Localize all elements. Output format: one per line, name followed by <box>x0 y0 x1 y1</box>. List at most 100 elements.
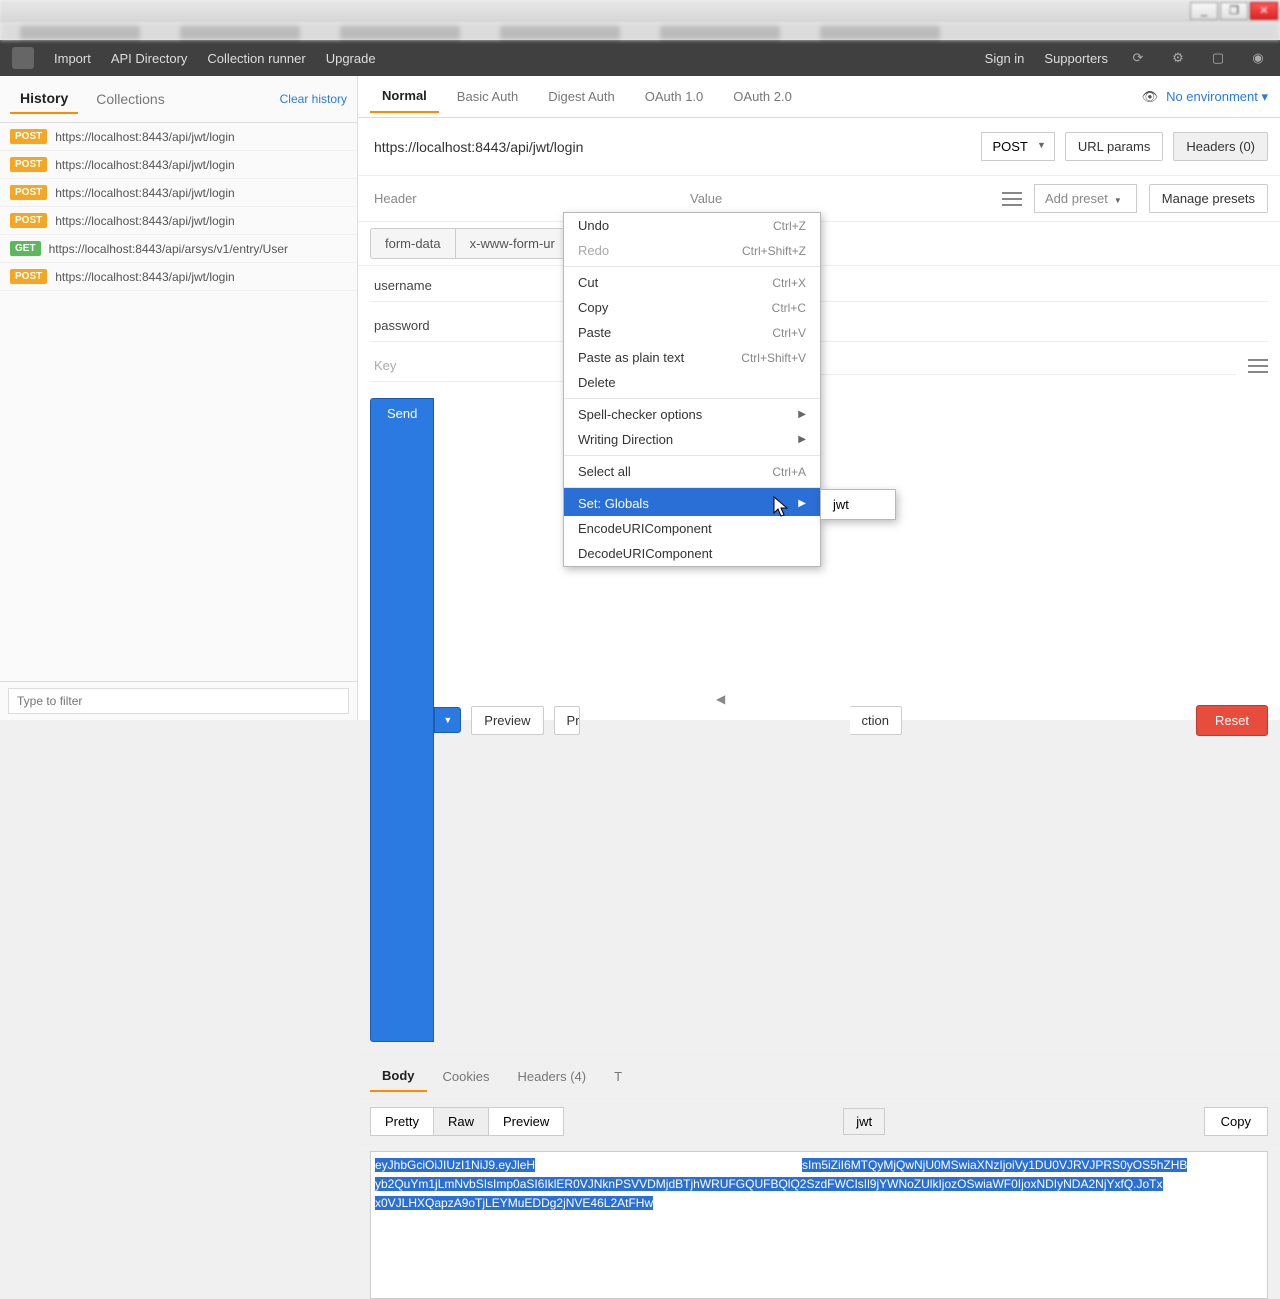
window-close[interactable]: ✕ <box>1250 2 1278 20</box>
prerequest-button[interactable]: Pr <box>554 706 580 735</box>
resp-tab-cookies[interactable]: Cookies <box>431 1062 502 1091</box>
app-logo <box>12 47 34 69</box>
sync-icon[interactable]: ⟳ <box>1128 48 1148 68</box>
ctx-delete[interactable]: Delete <box>564 370 820 395</box>
ctx-paste[interactable]: PasteCtrl+V <box>564 320 820 345</box>
authtab-oauth2[interactable]: OAuth 2.0 <box>721 81 804 112</box>
history-item[interactable]: POST https://localhost:8443/api/jwt/login <box>0 179 357 207</box>
authtab-digest[interactable]: Digest Auth <box>536 81 627 112</box>
view-raw[interactable]: Raw <box>433 1107 489 1136</box>
method-badge: POST <box>10 185 47 200</box>
authtab-basic[interactable]: Basic Auth <box>445 81 530 112</box>
history-item[interactable]: POST https://localhost:8443/api/jwt/login <box>0 151 357 179</box>
response-body[interactable]: eyJhbGciOiJIUzI1NiJ9.eyJleH_____________… <box>370 1151 1268 1299</box>
history-url: https://localhost:8443/api/jwt/login <box>55 214 234 228</box>
clear-history-link[interactable]: Clear history <box>280 92 347 106</box>
history-url: https://localhost:8443/api/arsys/v1/entr… <box>49 242 288 256</box>
selected-text: yb2QuYm1jLmNvbSIsImp0aSI6IklER0VJNknPSVV… <box>375 1177 1163 1191</box>
history-url: https://localhost:8443/api/jwt/login <box>55 158 234 172</box>
ctx-undo[interactable]: UndoCtrl+Z <box>564 213 820 238</box>
view-row: Pretty Raw Preview jwt Copy <box>358 1099 1280 1145</box>
settings-icon[interactable]: ⚙ <box>1168 48 1188 68</box>
view-preview[interactable]: Preview <box>488 1107 564 1136</box>
url-params-button[interactable]: URL params <box>1065 132 1163 161</box>
tab-collections[interactable]: Collections <box>86 85 174 113</box>
ctx-encode-uri[interactable]: EncodeURIComponent <box>564 516 820 541</box>
send-button-group: Send ▼ <box>370 398 461 1042</box>
method-badge: GET <box>10 241 41 256</box>
view-pretty[interactable]: Pretty <box>370 1107 434 1136</box>
context-menu: UndoCtrl+Z RedoCtrl+Shift+Z CutCtrl+X Co… <box>563 212 821 567</box>
history-url: https://localhost:8443/api/jwt/login <box>55 130 234 144</box>
header-value-col[interactable]: Value <box>686 185 990 212</box>
headers-button[interactable]: Headers (0) <box>1173 132 1268 161</box>
eye-icon[interactable]: 👁 <box>1142 89 1159 105</box>
header-key-col[interactable]: Header <box>370 185 674 212</box>
nav-upgrade[interactable]: Upgrade <box>326 51 376 66</box>
authtab-normal[interactable]: Normal <box>370 80 439 113</box>
context-submenu: jwt <box>820 489 896 520</box>
authtab-oauth1[interactable]: OAuth 1.0 <box>633 81 716 112</box>
add-preset-button[interactable]: Add preset <box>1034 184 1137 213</box>
nav-import[interactable]: Import <box>54 51 91 66</box>
ctx-decode-uri[interactable]: DecodeURIComponent <box>564 541 820 566</box>
ctx-select-all[interactable]: Select allCtrl+A <box>564 455 820 484</box>
url-input[interactable]: https://localhost:8443/api/jwt/login <box>370 133 971 161</box>
resp-tab-tests[interactable]: T <box>602 1062 634 1091</box>
history-item[interactable]: POST https://localhost:8443/api/jwt/login <box>0 123 357 151</box>
send-dropdown[interactable]: ▼ <box>434 707 461 733</box>
bodytype-formdata[interactable]: form-data <box>370 228 456 259</box>
add-collection-button-partial[interactable]: ction <box>850 706 902 735</box>
history-item[interactable]: GET https://localhost:8443/api/arsys/v1/e… <box>0 235 357 263</box>
ctx-spellchecker[interactable]: Spell-checker options▶ <box>564 398 820 427</box>
ctx-redo: RedoCtrl+Shift+Z <box>564 238 820 263</box>
resp-tab-body[interactable]: Body <box>370 1061 427 1092</box>
method-select[interactable]: POST <box>981 132 1054 161</box>
send-button[interactable]: Send <box>370 398 434 1042</box>
ctx-cut[interactable]: CutCtrl+X <box>564 266 820 295</box>
method-badge: POST <box>10 157 47 172</box>
nav-collection-runner[interactable]: Collection runner <box>207 51 305 66</box>
search-response-field[interactable]: jwt <box>843 1108 885 1135</box>
method-badge: POST <box>10 269 47 284</box>
window-minimize[interactable]: _ <box>1190 2 1218 20</box>
window-titlebar: _ ❐ ✕ <box>0 0 1280 22</box>
url-row: https://localhost:8443/api/jwt/login POS… <box>358 118 1280 176</box>
bodytype-urlencoded[interactable]: x-www-form-ur <box>455 228 570 259</box>
nav-supporters[interactable]: Supporters <box>1044 51 1108 66</box>
manage-presets-button[interactable]: Manage presets <box>1149 184 1268 213</box>
response-tabs: Body Cookies Headers (4) T <box>358 1055 1280 1099</box>
selected-text: eyJhbGciOiJIUzI1NiJ9.eyJleH <box>375 1158 535 1172</box>
method-badge: POST <box>10 129 47 144</box>
submenu-jwt[interactable]: jwt <box>821 493 895 516</box>
nav-api-directory[interactable]: API Directory <box>111 51 188 66</box>
sidebar-toggle-icon[interactable]: ◀ <box>716 692 728 708</box>
history-item[interactable]: POSThttps://localhost:8443/api/jwt/login <box>0 263 357 291</box>
ctx-paste-plain[interactable]: Paste as plain textCtrl+Shift+V <box>564 345 820 370</box>
ctx-writing-direction[interactable]: Writing Direction▶ <box>564 427 820 452</box>
nav-signin[interactable]: Sign in <box>985 51 1025 66</box>
sidebar-tabs: History Collections Clear history <box>0 76 357 123</box>
filter-input[interactable] <box>8 688 349 714</box>
history-url: https://localhost:8443/api/jwt/login <box>55 186 234 200</box>
new-window-icon[interactable]: ▢ <box>1208 48 1228 68</box>
bulk-edit-icon[interactable] <box>1002 192 1022 206</box>
auth-tabs: Normal Basic Auth Digest Auth OAuth 1.0 … <box>358 76 1280 118</box>
history-list: POST https://localhost:8443/api/jwt/login… <box>0 123 357 681</box>
user-icon[interactable]: ◉ <box>1248 48 1268 68</box>
bulk-edit-icon[interactable] <box>1248 359 1268 373</box>
ctx-copy[interactable]: CopyCtrl+C <box>564 295 820 320</box>
tab-history[interactable]: History <box>10 84 78 114</box>
selected-text: x0VJLHXQapzA9oTjLEYMuEDDg2jNVE46L2AtFHw <box>375 1196 653 1210</box>
preview-button[interactable]: Preview <box>471 706 543 735</box>
history-item[interactable]: POSThttps://localhost:8443/api/jwt/login <box>0 207 357 235</box>
ctx-set-globals[interactable]: Set: Globals▶ <box>564 487 820 516</box>
sidebar: History Collections Clear history POSTht… <box>0 76 358 720</box>
environment-selector[interactable]: No environment ▾ <box>1166 89 1268 105</box>
reset-button[interactable]: Reset <box>1196 705 1268 736</box>
resp-tab-headers[interactable]: Headers (4) <box>505 1062 598 1091</box>
copy-response-button[interactable]: Copy <box>1204 1107 1268 1136</box>
window-maximize[interactable]: ❐ <box>1220 2 1248 20</box>
filter-box <box>0 681 357 720</box>
app-topbar: Import API Directory Collection runner U… <box>0 40 1280 76</box>
